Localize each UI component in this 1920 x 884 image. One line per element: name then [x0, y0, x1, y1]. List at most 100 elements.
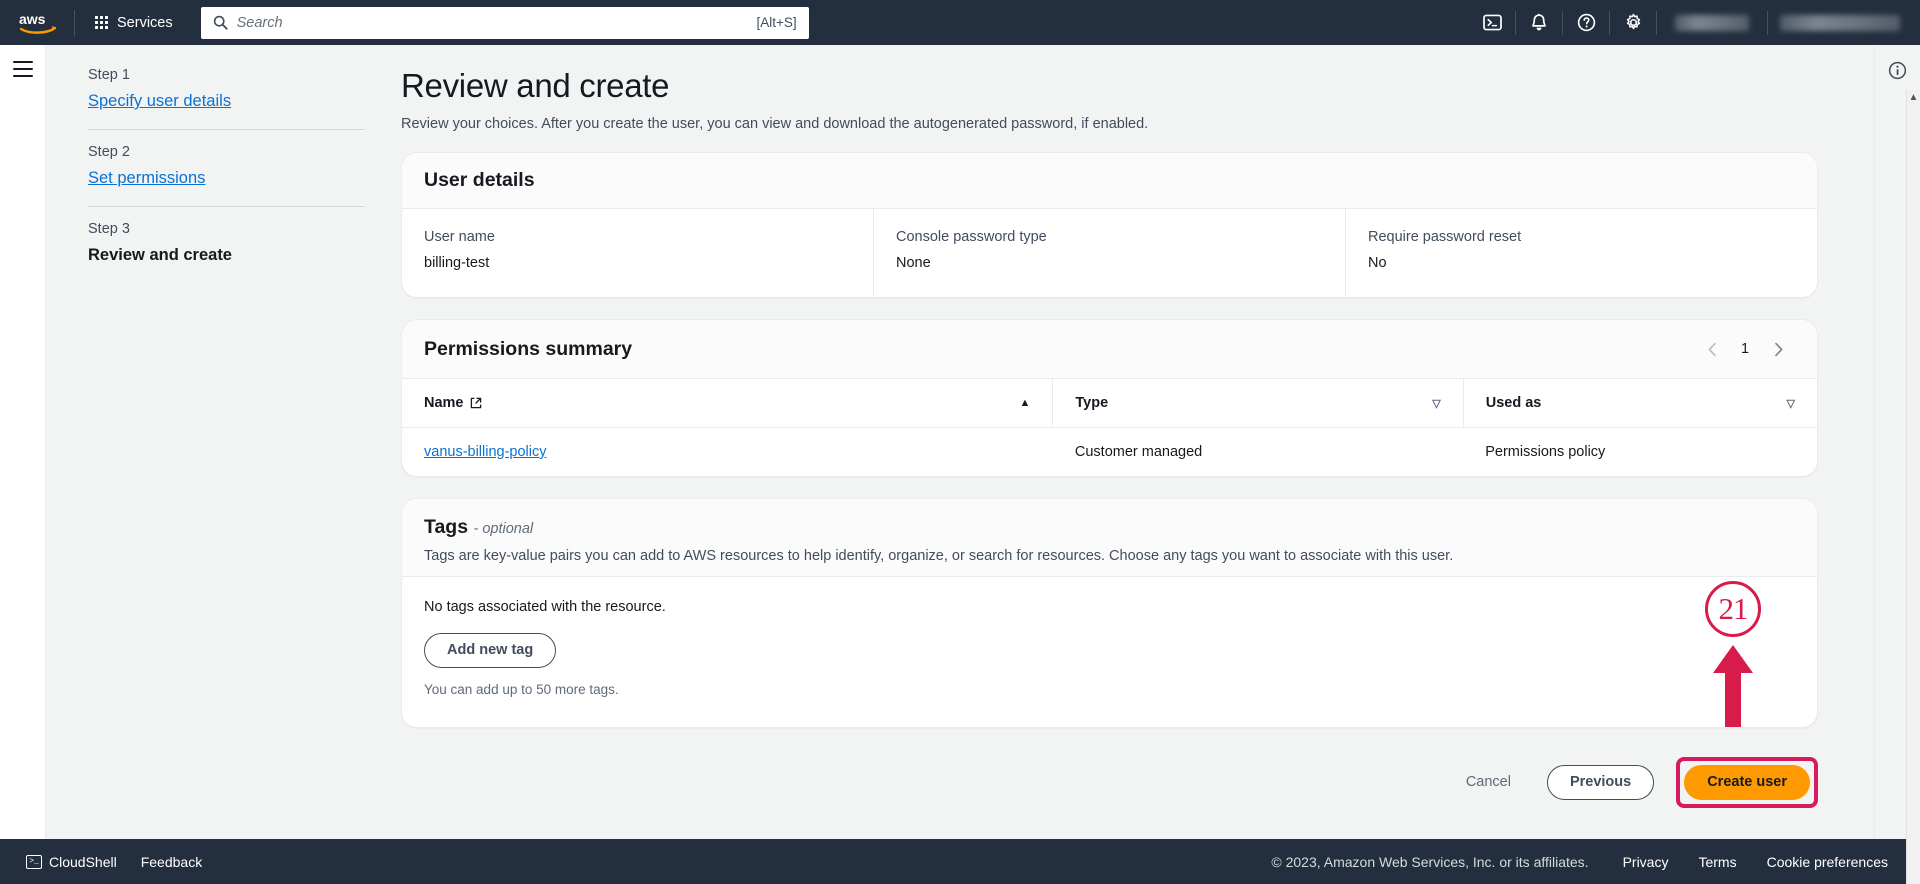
- wizard-sidebar: Step 1 Specify user details Step 2 Set p…: [46, 45, 401, 884]
- field-user-name: User name billing-test: [402, 209, 874, 297]
- nav-separator: [1656, 10, 1657, 35]
- settings-icon[interactable]: [1610, 0, 1656, 45]
- privacy-link[interactable]: Privacy: [1611, 848, 1681, 876]
- wizard-action-bar: Cancel Previous Create user: [401, 749, 1818, 826]
- sidebar-item-set-permissions[interactable]: Set permissions: [88, 169, 205, 188]
- field-value: No: [1368, 255, 1387, 271]
- column-header-used-as-label: Used as: [1485, 395, 1542, 411]
- cloudshell-label: CloudShell: [49, 853, 117, 870]
- cell-policy-type: Customer managed: [1074, 444, 1203, 460]
- user-details-title: User details: [424, 169, 535, 191]
- tags-card-header: Tags - optional Tags are key-value pairs…: [402, 499, 1817, 577]
- bell-icon[interactable]: [1516, 0, 1562, 45]
- top-nav-right-group: [1469, 0, 1920, 45]
- permissions-summary-card: Permissions summary 1 Name ▲ Type ▽ Used…: [401, 319, 1818, 477]
- help-icon[interactable]: [1563, 0, 1609, 45]
- cloudshell-button[interactable]: >_ CloudShell: [14, 848, 129, 876]
- table-header-row: Name ▲ Type ▽ Used as ▽: [402, 379, 1817, 428]
- nav-divider: [74, 9, 75, 36]
- permissions-table: Name ▲ Type ▽ Used as ▽ vanus-billing-po…: [402, 379, 1817, 476]
- column-header-type[interactable]: Type ▽: [1052, 379, 1464, 428]
- user-details-card-header: User details: [402, 153, 1817, 209]
- page-shell: Step 1 Specify user details Step 2 Set p…: [0, 45, 1920, 884]
- hamburger-menu-icon[interactable]: [12, 61, 33, 884]
- policy-link[interactable]: vanus-billing-policy: [424, 444, 547, 460]
- chevron-down-icon: ▽: [1432, 397, 1441, 410]
- cloudshell-icon[interactable]: [1469, 0, 1515, 45]
- cloudshell-icon: >_: [26, 854, 42, 869]
- column-header-used-as[interactable]: Used as ▽: [1463, 379, 1817, 428]
- field-console-password-type: Console password type None: [874, 209, 1346, 297]
- field-value: None: [896, 255, 931, 271]
- pagination-page-number[interactable]: 1: [1739, 341, 1751, 357]
- column-header-name[interactable]: Name ▲: [402, 379, 1054, 428]
- cancel-button[interactable]: Cancel: [1452, 765, 1525, 799]
- table-row: vanus-billing-policy Customer managed Pe…: [402, 428, 1817, 477]
- external-link-icon: [470, 397, 482, 409]
- top-navigation-bar: aws Services [Alt+S]: [0, 0, 1920, 45]
- permissions-summary-title: Permissions summary: [424, 337, 633, 360]
- sort-ascending-icon: ▲: [1019, 397, 1031, 409]
- tags-empty-message: No tags associated with the resource.: [424, 599, 666, 615]
- user-details-grid: User name billing-test Console password …: [402, 209, 1817, 297]
- cell-policy-used-as: Permissions policy: [1485, 444, 1606, 460]
- tags-limit-hint: You can add up to 50 more tags.: [424, 681, 619, 697]
- column-header-name-label: Name: [424, 395, 464, 411]
- column-header-type-label: Type: [1075, 395, 1109, 411]
- create-user-highlight: Create user: [1676, 757, 1818, 808]
- search-icon: [213, 15, 228, 30]
- field-label: Require password reset: [1368, 229, 1522, 245]
- tags-optional-suffix: - optional: [473, 521, 534, 537]
- tags-body: No tags associated with the resource. Ad…: [402, 577, 1817, 727]
- region-selector[interactable]: [1675, 14, 1749, 31]
- pagination-prev-button[interactable]: [1699, 336, 1725, 362]
- copyright-text: © 2023, Amazon Web Services, Inc. or its…: [1271, 853, 1589, 870]
- services-label: Services: [117, 14, 173, 31]
- cookie-preferences-link[interactable]: Cookie preferences: [1755, 848, 1900, 876]
- bottom-bar-right-group: © 2023, Amazon Web Services, Inc. or its…: [1271, 848, 1900, 876]
- page-scrollbar[interactable]: ▲ ▼: [1906, 90, 1920, 884]
- nav-separator: [1767, 10, 1768, 35]
- chevron-down-icon: ▽: [1786, 397, 1795, 410]
- field-label: Console password type: [896, 229, 1047, 245]
- grid-icon: [95, 16, 108, 29]
- nav-toggle-column: [0, 45, 46, 884]
- svg-text:aws: aws: [19, 11, 46, 27]
- field-label: User name: [424, 229, 495, 245]
- pagination: 1: [1699, 336, 1795, 362]
- previous-button[interactable]: Previous: [1546, 765, 1655, 800]
- field-require-password-reset: Require password reset No: [1346, 209, 1817, 297]
- step-2-number: Step 2: [88, 144, 130, 160]
- add-new-tag-button[interactable]: Add new tag: [424, 633, 557, 668]
- permissions-card-header: Permissions summary 1: [402, 320, 1817, 379]
- bottom-status-bar: >_ CloudShell Feedback © 2023, Amazon We…: [0, 839, 1920, 884]
- main-content: Review and create Review your choices. A…: [401, 45, 1874, 884]
- field-value: billing-test: [424, 255, 490, 271]
- info-icon[interactable]: [1888, 61, 1907, 85]
- pagination-next-button[interactable]: [1765, 336, 1791, 362]
- sidebar-item-specify-user-details[interactable]: Specify user details: [88, 92, 231, 111]
- services-menu-button[interactable]: Services: [83, 9, 185, 37]
- search-input[interactable]: [236, 14, 757, 31]
- aws-logo[interactable]: aws: [10, 0, 66, 45]
- sidebar-step-1: Step 1 Specify user details: [88, 61, 365, 129]
- tags-description: Tags are key-value pairs you can add to …: [424, 548, 1454, 564]
- search-shortcut-hint: [Alt+S]: [756, 15, 797, 30]
- user-details-card: User details User name billing-test Cons…: [401, 152, 1818, 298]
- page-title: Review and create: [401, 67, 670, 104]
- sidebar-step-2: Step 2 Set permissions: [88, 129, 365, 206]
- step-3-number: Step 3: [88, 221, 130, 237]
- search-box[interactable]: [Alt+S]: [200, 6, 809, 39]
- tags-title-text: Tags: [424, 516, 469, 538]
- cell-policy-name: vanus-billing-policy: [402, 428, 1053, 477]
- account-menu[interactable]: [1780, 14, 1900, 31]
- create-user-button[interactable]: Create user: [1684, 765, 1810, 800]
- scroll-up-icon[interactable]: ▲: [1909, 90, 1919, 106]
- sidebar-step-3: Step 3 Review and create: [88, 206, 365, 283]
- sidebar-item-review-and-create: Review and create: [88, 246, 232, 264]
- tags-title: Tags - optional: [424, 516, 1795, 539]
- tags-card: Tags - optional Tags are key-value pairs…: [401, 498, 1818, 728]
- step-1-number: Step 1: [88, 67, 130, 83]
- terms-link[interactable]: Terms: [1686, 848, 1748, 876]
- feedback-button[interactable]: Feedback: [129, 848, 214, 876]
